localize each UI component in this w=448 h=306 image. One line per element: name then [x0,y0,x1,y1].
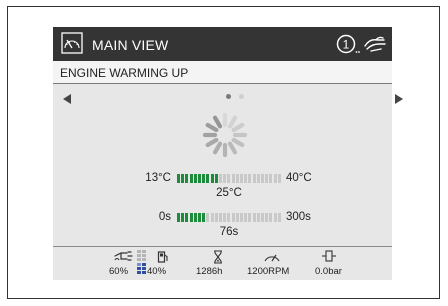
gauge-segment [265,174,269,183]
gauge-segment [261,213,264,222]
gauge-segment [256,213,260,222]
fuel-level-value: 40% [147,266,167,277]
gauge-segment [219,213,222,222]
gauge-segment [223,213,227,222]
level-block [137,263,141,266]
hourglass-icon [214,250,222,264]
level-block [142,250,146,253]
gauge-segment [227,174,231,183]
gauge-segment [185,174,189,183]
gauge-segment [202,174,206,183]
header-bar: MAIN VIEW 1 [53,27,392,61]
gauge-view-icon[interactable] [61,32,83,54]
engine-rpm-value: 1200RPM [247,266,290,277]
gauge-segment [235,213,239,222]
gauge-segment [177,213,180,222]
gauge-segment [219,174,222,183]
gauge-segment [231,213,235,222]
level-block [142,258,146,261]
time-min-label: 0s [158,211,171,223]
level-block [137,254,141,257]
gauge-segment [193,174,197,183]
temp-gauge-bar [177,174,281,183]
temp-value: 25°C [216,187,242,199]
gauge-segment [240,213,243,222]
gauge-segment [198,213,201,222]
alert-count: 1 [343,38,350,52]
gauge-segment [244,174,248,183]
status-text: ENGINE WARMING UP [60,66,189,80]
page-dot-2[interactable] [239,94,244,99]
gauge-segment [206,213,210,222]
gauge-segment [185,213,189,222]
gauge-segment [193,213,197,222]
gauge-segment [265,213,269,222]
def-level-value: 60% [109,266,129,277]
level-block [142,263,146,266]
gauge-segment [214,213,218,222]
status-bar: ENGINE WARMING UP [53,61,392,84]
page-dot-1[interactable] [226,94,231,99]
gauge-segment [223,174,227,183]
time-max-label: 300s [286,211,311,223]
gauge-segment [256,174,260,183]
gauge-segment [235,174,239,183]
display-screen: MAIN VIEW 1 ENGINE WARMING UP 13°C 40°C … [53,27,392,280]
gauge-segment [240,174,243,183]
def-nozzle-icon [114,251,133,261]
gauge-segment [273,213,277,222]
gauge-segment [189,174,193,183]
level-block [142,271,146,274]
gauge-segment [214,174,218,183]
temp-max-label: 40°C [286,172,312,184]
gauge-segment [277,174,281,183]
gauge-segment [206,174,210,183]
gauge-segment [181,174,185,183]
alert-number-icon[interactable]: 1 [336,33,362,55]
gauge-segment [269,174,273,183]
nav-right-arrow-icon[interactable] [394,93,404,105]
gauge-segment [252,213,256,222]
gauge-segment [198,174,201,183]
engine-hours-value: 1286h [196,266,223,277]
temp-min-label: 13°C [145,172,171,184]
gauge-segment [244,213,248,222]
fuel-pump-icon [157,251,168,263]
gauge-segment [227,213,231,222]
loading-spinner-icon [202,112,248,158]
tachometer-icon [264,254,280,262]
gauge-segment [248,213,252,222]
level-block [137,250,141,253]
pressure-value: 0.0bar [315,266,342,277]
level-block [137,267,141,270]
level-block [142,254,146,257]
footer-divider [53,246,392,247]
time-gauge-bar [177,213,281,222]
level-block [142,267,146,270]
gauge-segment [202,213,206,222]
level-block [137,258,141,261]
gauge-segment [269,213,273,222]
gauge-segment [277,213,281,222]
hand-icon[interactable] [363,34,387,54]
oil-pressure-icon [322,250,336,262]
page-title: MAIN VIEW [92,37,169,53]
gauge-segment [181,213,185,222]
gauge-segment [252,174,256,183]
gauge-segment [231,174,235,183]
gauge-segment [210,174,214,183]
level-block [137,271,141,274]
gauge-segment [261,174,264,183]
nav-left-arrow-icon[interactable] [62,93,72,105]
gauge-segment [177,174,180,183]
gauge-segment [210,213,214,222]
gauge-segment [248,174,252,183]
gauge-segment [189,213,193,222]
time-value: 76s [219,226,239,238]
gauge-segment [273,174,277,183]
